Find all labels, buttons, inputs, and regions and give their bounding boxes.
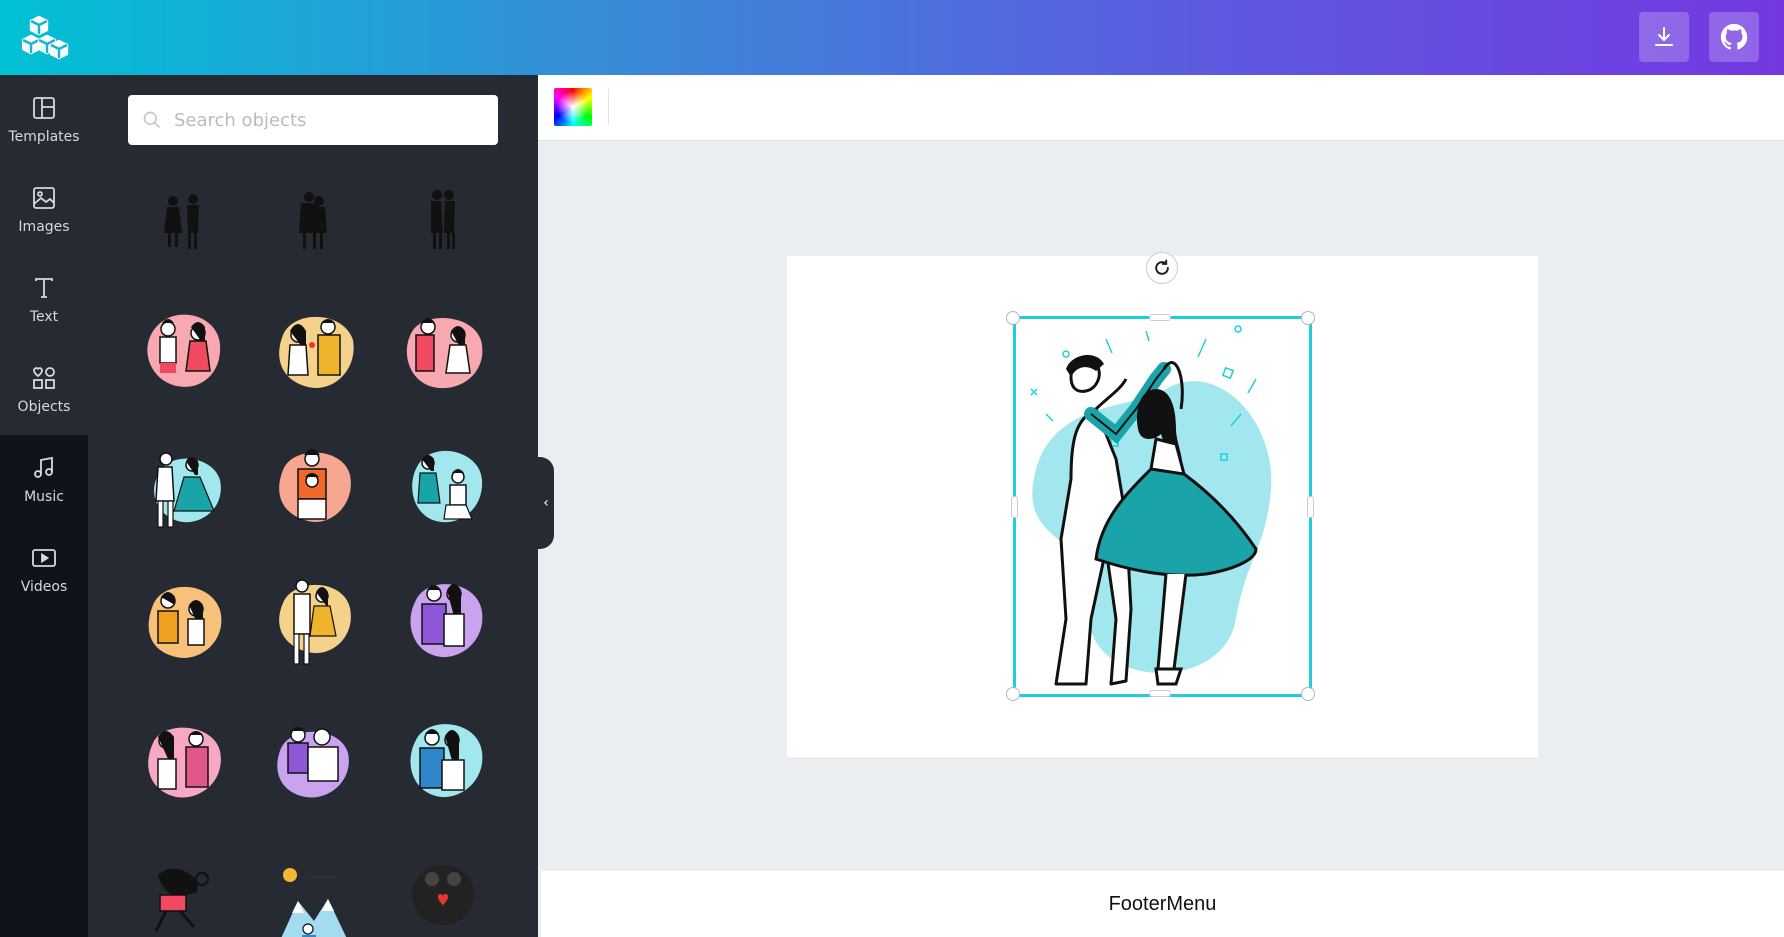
object-thumb[interactable] [388,165,498,275]
rail-item-objects[interactable]: Objects [0,345,88,435]
resize-handle-ne[interactable] [1301,311,1315,325]
rail-item-label: Text [29,309,59,325]
couple-illustration [279,578,351,665]
object-thumb[interactable] [128,295,238,405]
couple-illustration [147,314,221,387]
rotate-icon [1155,259,1169,275]
resize-handle-sw[interactable] [1006,687,1020,701]
rail-item-videos[interactable]: Videos [0,525,88,615]
search-box[interactable] [128,95,498,145]
resize-handle-s[interactable] [1149,690,1171,697]
github-icon [1720,23,1748,50]
object-thumb[interactable] [388,565,498,675]
hug-illustration [412,865,474,925]
person-illustration [154,868,209,932]
couple-illustration [410,724,483,798]
rail-item-text[interactable]: Text [0,255,88,345]
footer-menu[interactable]: FooterMenu [541,871,1784,937]
color-picker-icon[interactable] [554,88,592,126]
couple-illustration [431,190,455,249]
couple-illustration [148,727,221,798]
layout-icon [33,97,55,119]
couple-illustration [299,192,327,249]
couple-illustration [406,318,483,389]
object-thumb[interactable] [258,165,368,275]
couple-illustration [164,194,199,249]
object-thumb[interactable] [388,845,498,937]
object-thumb[interactable] [388,430,498,540]
rail-item-music[interactable]: Music [0,435,88,525]
couple-illustration [154,452,221,528]
object-thumb[interactable] [388,295,498,405]
couple-illustration [410,584,483,658]
search-icon [143,111,161,129]
couple-illustration [279,316,354,388]
object-thumb[interactable] [258,430,368,540]
couple-illustration [279,449,351,522]
video-icon [32,549,56,567]
toolbar-divider [608,89,609,125]
couple-illustration [148,586,222,658]
app-header [0,0,1784,75]
rail-item-label: Templates [8,129,80,145]
selection-frame[interactable] [1013,316,1312,697]
cubes-logo-icon[interactable] [22,14,72,62]
rail-item-label: Videos [20,579,68,595]
collapse-panel-button[interactable]: ‹ [538,457,554,549]
object-thumb[interactable] [258,565,368,675]
couple-illustration [412,450,483,523]
rail-item-label: Objects [17,399,71,415]
resize-handle-se[interactable] [1301,687,1315,701]
side-rail: Templates Images Text Objects Music Vide… [0,75,88,937]
text-icon [35,278,53,298]
rail-item-templates[interactable]: Templates [0,75,88,165]
couple-illustration [277,727,349,798]
search-input[interactable] [174,109,474,131]
object-thumb[interactable] [128,430,238,540]
rail-item-label: Music [24,489,64,505]
object-thumb[interactable] [258,295,368,405]
object-thumb[interactable] [128,565,238,675]
rail-item-images[interactable]: Images [0,165,88,255]
rail-item-label: Images [18,219,70,235]
resize-handle-e[interactable] [1307,496,1314,518]
download-icon [1655,27,1673,46]
download-button[interactable] [1639,12,1689,62]
chevron-left-icon: ‹ [543,495,549,511]
object-thumb[interactable] [128,705,238,815]
landscape-illustration [281,868,347,937]
object-thumb[interactable] [128,165,238,275]
object-thumb[interactable] [128,845,238,937]
editor-toolbar [538,75,1784,141]
footer-label: FooterMenu [1108,892,1217,915]
objects-panel [88,75,538,937]
rotate-handle[interactable] [1146,252,1178,284]
object-thumb[interactable] [258,705,368,815]
object-thumb[interactable] [388,705,498,815]
shapes-icon [33,367,55,389]
github-button[interactable] [1709,12,1759,62]
resize-handle-w[interactable] [1011,496,1018,518]
music-note-icon [34,456,53,478]
resize-handle-n[interactable] [1149,314,1171,321]
image-icon [33,187,55,209]
resize-handle-nw[interactable] [1006,311,1020,325]
object-thumb[interactable] [258,845,368,937]
